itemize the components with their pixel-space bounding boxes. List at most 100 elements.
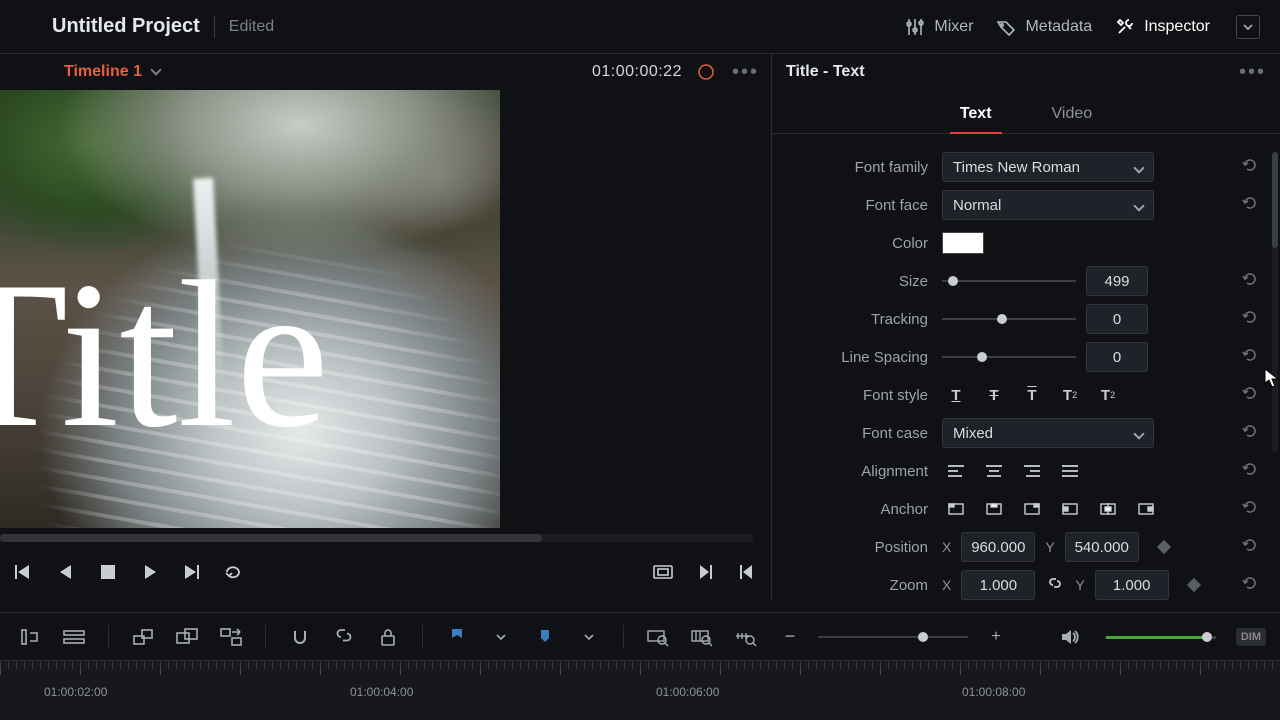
viewer-timecode[interactable]: 01:00:00:22 bbox=[592, 63, 682, 81]
reset-font-face[interactable] bbox=[1242, 195, 1262, 216]
flag-marker-button[interactable] bbox=[441, 621, 473, 653]
marker-dropdown[interactable] bbox=[573, 621, 605, 653]
overline-button[interactable]: T bbox=[1018, 383, 1046, 407]
marker-button[interactable] bbox=[529, 621, 561, 653]
size-slider[interactable] bbox=[942, 271, 1076, 291]
font-case-select[interactable]: Mixed bbox=[942, 418, 1154, 448]
reset-font-case[interactable] bbox=[1242, 423, 1262, 444]
reset-position[interactable] bbox=[1242, 537, 1262, 558]
timeline-ruler[interactable]: 01:00:02:0001:00:04:0001:00:06:0001:00:0… bbox=[0, 660, 1280, 720]
selection-tool[interactable] bbox=[14, 621, 46, 653]
inspector-label: Inspector bbox=[1144, 18, 1210, 36]
tab-video[interactable]: Video bbox=[1052, 105, 1093, 133]
line-spacing-input[interactable] bbox=[1086, 342, 1148, 372]
reset-zoom[interactable] bbox=[1242, 575, 1262, 596]
timeline-view-button[interactable] bbox=[58, 621, 90, 653]
anchor-tl-button[interactable] bbox=[942, 497, 970, 521]
mute-button[interactable] bbox=[1054, 621, 1086, 653]
viewer-panel: Timeline 1 01:00:00:22 ••• Title bbox=[0, 54, 772, 600]
tools-icon bbox=[1114, 16, 1136, 38]
prev-clip-button[interactable] bbox=[735, 560, 759, 584]
go-end-button[interactable] bbox=[180, 560, 204, 584]
color-swatch[interactable] bbox=[942, 232, 984, 254]
zoom-c-button[interactable] bbox=[730, 621, 762, 653]
stop-button[interactable] bbox=[96, 560, 120, 584]
timeline-dropdown[interactable]: Timeline 1 bbox=[64, 63, 160, 81]
zoom-y-label: Y bbox=[1075, 577, 1084, 593]
stacked-button[interactable] bbox=[127, 621, 159, 653]
step-back-button[interactable] bbox=[54, 560, 78, 584]
play-button[interactable] bbox=[138, 560, 162, 584]
reset-alignment[interactable] bbox=[1242, 461, 1262, 482]
reset-line-spacing[interactable] bbox=[1242, 347, 1262, 368]
reset-size[interactable] bbox=[1242, 271, 1262, 292]
zoom-b-button[interactable] bbox=[686, 621, 718, 653]
zoom-a-button[interactable] bbox=[642, 621, 674, 653]
strike-button[interactable]: T bbox=[980, 383, 1008, 407]
tracking-input[interactable] bbox=[1086, 304, 1148, 334]
zoom-in-button[interactable]: + bbox=[980, 621, 1012, 653]
inspector-toggle[interactable]: Inspector bbox=[1114, 16, 1210, 38]
anchor-ml-button[interactable] bbox=[1056, 497, 1084, 521]
project-status: Edited bbox=[229, 18, 274, 36]
bypass-color-button[interactable] bbox=[694, 60, 718, 84]
viewer-canvas[interactable]: Title bbox=[0, 90, 500, 528]
tracking-slider[interactable] bbox=[942, 309, 1076, 329]
collapse-panel-button[interactable] bbox=[1236, 15, 1260, 39]
reset-tracking[interactable] bbox=[1242, 309, 1262, 330]
mixer-toggle[interactable]: Mixer bbox=[904, 16, 973, 38]
timeline-name: Timeline 1 bbox=[64, 63, 142, 81]
align-left-button[interactable] bbox=[942, 459, 970, 483]
match-frame-button[interactable] bbox=[651, 560, 675, 584]
link-icon[interactable] bbox=[1047, 575, 1063, 596]
tab-text[interactable]: Text bbox=[960, 105, 992, 133]
subscript-button[interactable]: T2 bbox=[1094, 383, 1122, 407]
zoom-x-input[interactable] bbox=[961, 570, 1035, 600]
underline-button[interactable]: T bbox=[942, 383, 970, 407]
anchor-tc-button[interactable] bbox=[980, 497, 1008, 521]
font-case-label: Font case bbox=[772, 425, 942, 442]
loop-button[interactable] bbox=[222, 560, 246, 584]
align-center-button[interactable] bbox=[980, 459, 1008, 483]
overlap-button[interactable] bbox=[171, 621, 203, 653]
position-keyframe[interactable] bbox=[1157, 540, 1171, 554]
timeline-zoom-slider[interactable] bbox=[818, 627, 968, 647]
reset-anchor[interactable] bbox=[1242, 499, 1262, 520]
snap-button[interactable] bbox=[284, 621, 316, 653]
viewer-scrollbar[interactable] bbox=[0, 534, 753, 542]
font-family-select[interactable]: Times New Roman bbox=[942, 152, 1154, 182]
zoom-out-button[interactable]: − bbox=[774, 621, 806, 653]
next-clip-button[interactable] bbox=[693, 560, 717, 584]
volume-slider[interactable] bbox=[1106, 627, 1216, 647]
superscript-button[interactable]: T2 bbox=[1056, 383, 1084, 407]
inspector-tabs: Text Video bbox=[772, 90, 1280, 134]
position-y-input[interactable] bbox=[1065, 532, 1139, 562]
ruler-label: 01:00:04:00 bbox=[350, 685, 413, 699]
go-start-button[interactable] bbox=[12, 560, 36, 584]
inspector-scrollbar[interactable] bbox=[1272, 152, 1278, 452]
align-justify-button[interactable] bbox=[1056, 459, 1084, 483]
viewer-bar: Timeline 1 01:00:00:22 ••• bbox=[0, 54, 771, 90]
anchor-mr-button[interactable] bbox=[1132, 497, 1160, 521]
position-x-input[interactable] bbox=[961, 532, 1035, 562]
anchor-mc-button[interactable] bbox=[1094, 497, 1122, 521]
dim-button[interactable]: DIM bbox=[1236, 628, 1266, 646]
size-input[interactable] bbox=[1086, 266, 1148, 296]
flag-dropdown[interactable] bbox=[485, 621, 517, 653]
lock-button[interactable] bbox=[372, 621, 404, 653]
zoom-y-input[interactable] bbox=[1095, 570, 1169, 600]
anchor-tr-button[interactable] bbox=[1018, 497, 1046, 521]
line-spacing-label: Line Spacing bbox=[772, 349, 942, 366]
reset-font-family[interactable] bbox=[1242, 157, 1262, 178]
line-spacing-slider[interactable] bbox=[942, 347, 1076, 367]
swap-button[interactable] bbox=[215, 621, 247, 653]
position-label: Position bbox=[772, 539, 942, 556]
reset-font-style[interactable] bbox=[1242, 385, 1262, 406]
align-right-button[interactable] bbox=[1018, 459, 1046, 483]
inspector-options-button[interactable]: ••• bbox=[1239, 61, 1266, 84]
zoom-keyframe[interactable] bbox=[1187, 578, 1201, 592]
link-tool[interactable] bbox=[328, 621, 360, 653]
viewer-options-button[interactable]: ••• bbox=[732, 61, 759, 84]
font-face-select[interactable]: Normal bbox=[942, 190, 1154, 220]
metadata-toggle[interactable]: Metadata bbox=[995, 16, 1092, 38]
